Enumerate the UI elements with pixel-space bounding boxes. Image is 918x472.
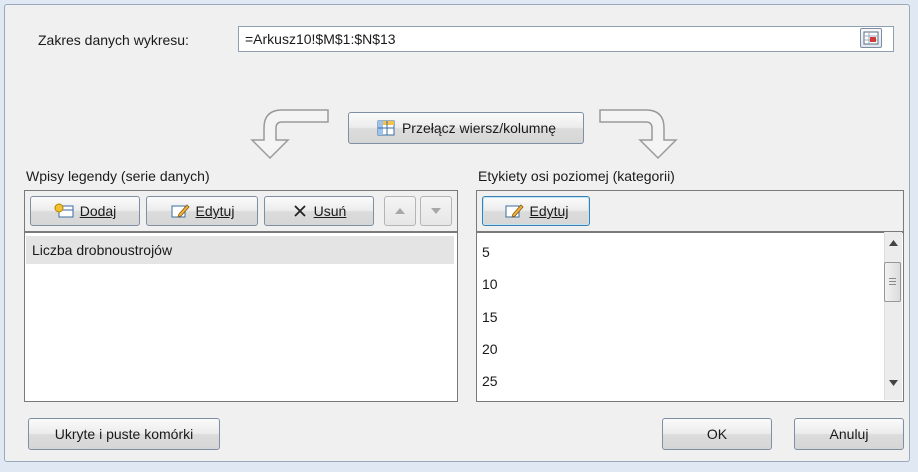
category-section-header: Etykiety osi poziomej (kategorii) bbox=[478, 168, 675, 184]
list-item: 10 bbox=[482, 276, 498, 292]
list-item: 5 bbox=[482, 244, 490, 260]
triangle-down-icon bbox=[431, 208, 441, 214]
edit-series-button[interactable]: Edytuj bbox=[146, 196, 258, 226]
right-curved-arrow-icon bbox=[599, 109, 678, 160]
category-list[interactable] bbox=[476, 232, 904, 402]
remove-series-button[interactable]: Usuń bbox=[264, 196, 374, 226]
range-select-icon bbox=[863, 31, 879, 45]
list-item: 25 bbox=[482, 373, 498, 389]
edit-category-label: Edytuj bbox=[529, 203, 569, 219]
list-item: 20 bbox=[482, 341, 498, 357]
legend-section-header: Wpisy legendy (serie danych) bbox=[26, 168, 210, 184]
remove-series-label: Usuń bbox=[313, 203, 347, 219]
add-series-label: Dodaj bbox=[79, 203, 117, 219]
data-range-label: Zakres danych wykresu: bbox=[38, 32, 189, 48]
category-scrollbar[interactable] bbox=[884, 232, 902, 400]
add-series-button[interactable]: Dodaj bbox=[30, 196, 140, 226]
ok-button[interactable]: OK bbox=[662, 418, 772, 450]
list-item: 15 bbox=[482, 309, 498, 325]
ok-label: OK bbox=[706, 426, 728, 442]
hidden-empty-cells-label: Ukryte i puste komórki bbox=[54, 426, 194, 442]
left-curved-arrow-icon bbox=[250, 109, 329, 160]
edit-icon bbox=[505, 204, 524, 218]
edit-icon bbox=[171, 204, 190, 218]
cancel-button[interactable]: Anuluj bbox=[794, 418, 904, 450]
switch-row-column-label: Przełącz wiersz/kolumnę bbox=[401, 120, 557, 136]
close-icon bbox=[294, 205, 306, 217]
edit-category-button[interactable]: Edytuj bbox=[482, 196, 590, 226]
data-range-input[interactable]: =Arkusz10!$M$1:$N$13 bbox=[238, 26, 894, 52]
hidden-empty-cells-button[interactable]: Ukryte i puste komórki bbox=[28, 418, 220, 450]
list-item[interactable]: Liczba drobnoustrojów bbox=[26, 236, 454, 264]
switch-row-column-icon bbox=[377, 120, 395, 136]
cancel-label: Anuluj bbox=[829, 426, 869, 442]
scroll-up-arrow-icon[interactable] bbox=[889, 240, 898, 246]
add-icon bbox=[54, 203, 74, 218]
switch-row-column-button[interactable]: Przełącz wiersz/kolumnę bbox=[348, 112, 584, 144]
scrollbar-thumb[interactable] bbox=[884, 262, 901, 302]
move-down-button[interactable] bbox=[420, 196, 452, 226]
move-up-button[interactable] bbox=[384, 196, 416, 226]
collapse-dialog-button[interactable] bbox=[860, 28, 882, 48]
triangle-up-icon bbox=[395, 208, 405, 214]
edit-series-label: Edytuj bbox=[195, 203, 235, 219]
scroll-down-arrow-icon[interactable] bbox=[889, 380, 898, 386]
